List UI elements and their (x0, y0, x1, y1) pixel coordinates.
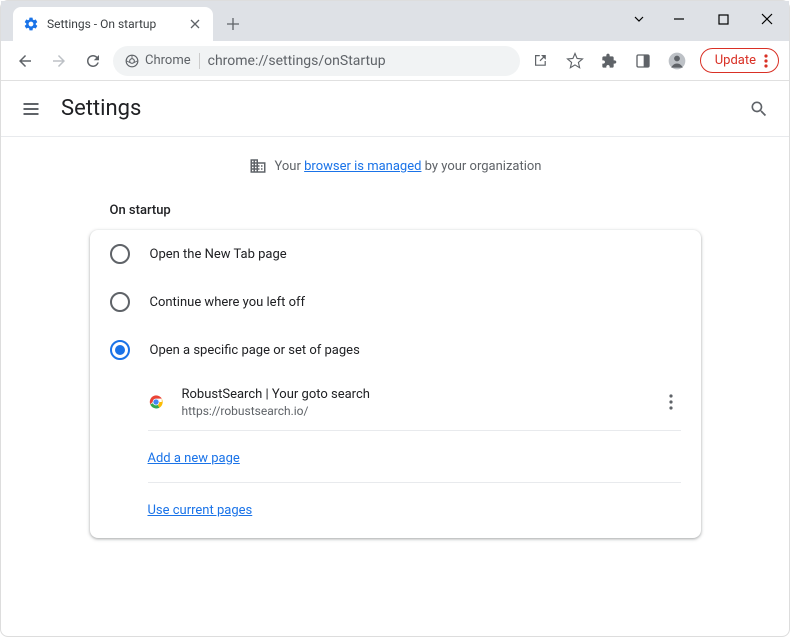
close-icon[interactable] (187, 16, 203, 32)
maximize-button[interactable] (701, 1, 745, 37)
page-item-title: RobustSearch | Your goto search (182, 387, 643, 402)
use-current-link[interactable]: Use current pages (148, 503, 253, 518)
profile-icon[interactable] (662, 46, 692, 76)
security-label: Chrome (145, 53, 191, 68)
share-icon[interactable] (526, 46, 556, 76)
reload-button[interactable] (79, 47, 107, 75)
radio-label: Open the New Tab page (150, 247, 287, 262)
minimize-button[interactable] (657, 1, 701, 37)
startup-page-item: RobustSearch | Your goto search https://… (148, 374, 681, 430)
page-item-menu[interactable] (661, 386, 681, 418)
add-page-link[interactable]: Add a new page (148, 451, 240, 466)
new-tab-button[interactable] (219, 10, 247, 38)
url-text: chrome://settings/onStartup (208, 53, 508, 69)
radio-continue[interactable]: Continue where you left off (90, 278, 701, 326)
radio-open-newtab[interactable]: Open the New Tab page (90, 230, 701, 278)
building-icon (249, 157, 267, 175)
managed-suffix: by your organization (421, 159, 541, 174)
window-controls (621, 1, 789, 37)
page-favicon-icon (148, 394, 164, 410)
bookmark-icon[interactable] (560, 46, 590, 76)
site-security[interactable]: Chrome (125, 53, 191, 68)
settings-content: Your browser is managed by your organiza… (1, 137, 789, 558)
add-page-row: Add a new page (148, 430, 681, 482)
extensions-icon[interactable] (594, 46, 624, 76)
close-window-button[interactable] (745, 1, 789, 37)
page-title: Settings (61, 96, 141, 121)
use-current-row: Use current pages (148, 482, 681, 538)
update-label: Update (715, 53, 756, 68)
managed-notice: Your browser is managed by your organiza… (249, 157, 542, 175)
chevron-down-icon[interactable] (621, 1, 657, 37)
more-icon (764, 54, 768, 68)
address-bar[interactable]: Chrome chrome://settings/onStartup (113, 46, 520, 76)
back-button[interactable] (11, 47, 39, 75)
search-icon[interactable] (749, 99, 769, 119)
radio-icon (110, 244, 130, 264)
chrome-icon (125, 54, 139, 68)
browser-toolbar: Chrome chrome://settings/onStartup Updat… (1, 41, 789, 81)
radio-specific-pages[interactable]: Open a specific page or set of pages (90, 326, 701, 374)
update-button[interactable]: Update (700, 48, 779, 73)
page-item-url: https://robustsearch.io/ (182, 404, 643, 418)
forward-button[interactable] (45, 47, 73, 75)
managed-link[interactable]: browser is managed (304, 159, 421, 174)
divider (199, 53, 200, 69)
radio-icon (110, 292, 130, 312)
tab-title: Settings - On startup (47, 17, 179, 31)
gear-icon (23, 16, 39, 32)
window-titlebar: Settings - On startup (1, 1, 789, 41)
managed-prefix: Your (275, 159, 305, 174)
startup-pages-list: RobustSearch | Your goto search https://… (90, 374, 701, 538)
browser-tab[interactable]: Settings - On startup (13, 7, 213, 41)
radio-label: Continue where you left off (150, 295, 306, 310)
menu-icon[interactable] (21, 99, 41, 119)
side-panel-icon[interactable] (628, 46, 658, 76)
section-label: On startup (90, 195, 701, 230)
on-startup-card: Open the New Tab page Continue where you… (90, 230, 701, 538)
settings-header: Settings (1, 81, 789, 137)
radio-icon (110, 340, 130, 360)
radio-label: Open a specific page or set of pages (150, 343, 360, 358)
